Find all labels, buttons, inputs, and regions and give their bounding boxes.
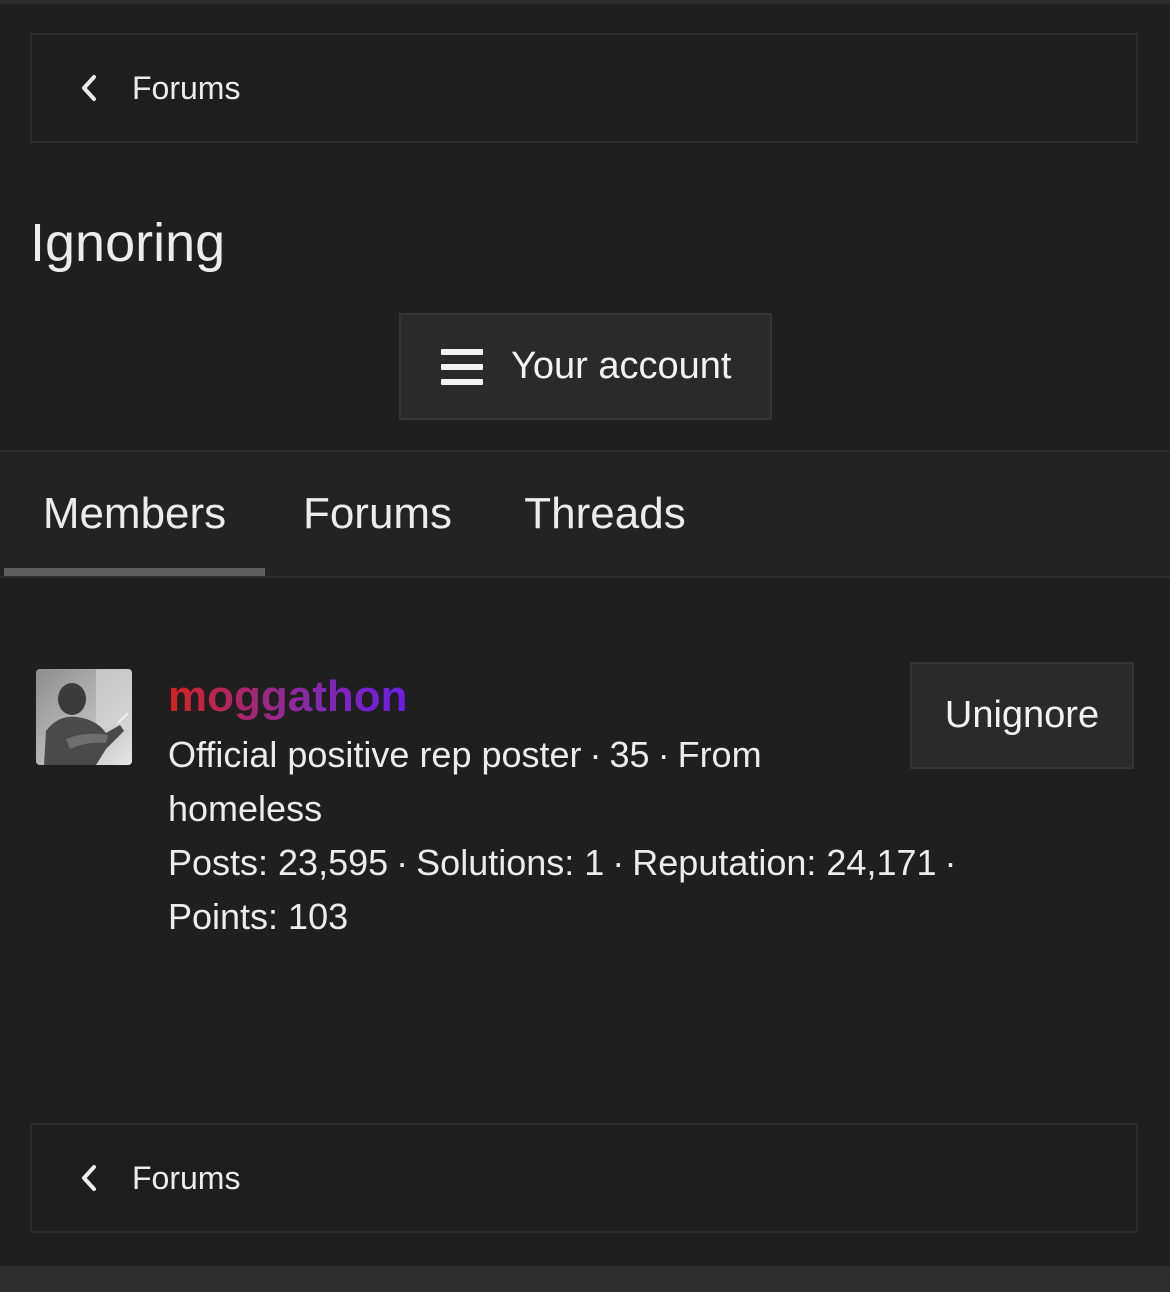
separator-dot: · [612,842,625,883]
member-age: 35 [609,734,650,775]
hamburger-menu-icon [441,348,483,385]
member-username-link[interactable]: moggathon [168,670,408,724]
stat-points: Points: 103 [168,896,349,937]
tab-forums[interactable]: Forums [270,452,485,576]
page-title: Ignoring [30,213,226,273]
stat-reputation: Reputation: 24,171 [632,842,937,883]
member-info: Official positive rep poster · 35 · From hom… [168,728,868,836]
avatar[interactable] [36,669,132,765]
separator-dot: · [657,734,670,775]
bottom-bar [0,1266,1170,1292]
member-stats: Posts: 23,595 · Solutions: 1 · Reputation: 2… [168,836,1068,944]
chevron-left-icon [78,73,100,103]
chevron-left-icon [78,1163,100,1193]
breadcrumb-bottom[interactable]: Forums [30,1123,1138,1233]
active-tab-indicator [4,568,265,576]
separator-dot: · [589,734,602,775]
stat-posts: Posts: 23,595 [168,842,389,883]
breadcrumb-label: Forums [132,69,241,106]
stat-solutions: Solutions: 1 [416,842,605,883]
tab-threads[interactable]: Threads [490,452,720,576]
breadcrumb-label: Forums [132,1159,241,1196]
ignore-tabs: Members Forums Threads [0,450,1170,578]
tab-members[interactable]: Members [4,452,265,576]
separator-dot: · [396,842,409,883]
top-edge [0,0,1170,4]
breadcrumb-top[interactable]: Forums [30,33,1138,143]
separator-dot: · [944,842,957,883]
your-account-label: Your account [511,345,732,387]
member-title: Official positive rep poster [168,734,582,775]
your-account-button[interactable]: Your account [399,313,772,420]
unignore-button[interactable]: Unignore [910,662,1134,769]
